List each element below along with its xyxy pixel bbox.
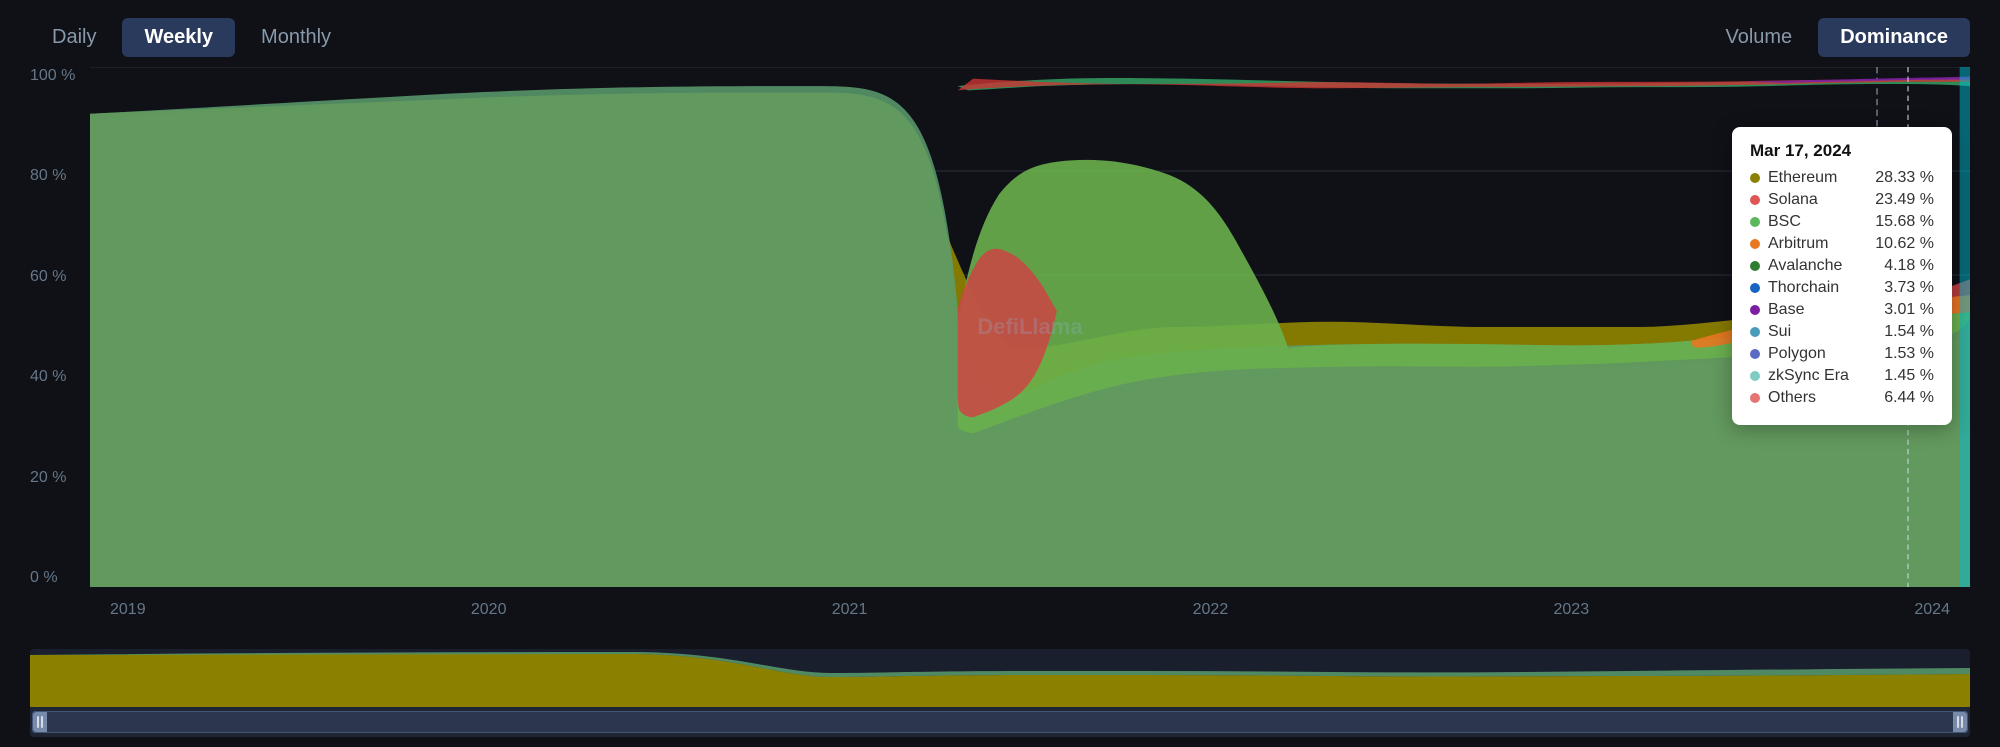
- x-label-2024: 2024: [1914, 601, 1950, 619]
- x-label-2023: 2023: [1554, 601, 1590, 619]
- tooltip-label-others: Others: [1768, 389, 1876, 407]
- scrollbar-handle[interactable]: [32, 711, 1968, 733]
- arbitrum-dot: [1750, 239, 1760, 249]
- tooltip-label-ethereum: Ethereum: [1768, 169, 1867, 187]
- tooltip-row-sui: Sui 1.54 %: [1750, 323, 1934, 341]
- scrollbar-track[interactable]: [30, 707, 1970, 737]
- tooltip-value-zksync: 1.45 %: [1884, 367, 1934, 385]
- tooltip-value-bsc: 15.68 %: [1875, 213, 1934, 231]
- top-bar: Daily Weekly Monthly Volume Dominance: [0, 0, 2000, 67]
- tooltip-value-thorchain: 3.73 %: [1884, 279, 1934, 297]
- tooltip-value-polygon: 1.53 %: [1884, 345, 1934, 363]
- tooltip-row-zksync: zkSync Era 1.45 %: [1750, 367, 1934, 385]
- tooltip-value-others: 6.44 %: [1884, 389, 1934, 407]
- tooltip-label-polygon: Polygon: [1768, 345, 1876, 363]
- tooltip-label-bsc: BSC: [1768, 213, 1867, 231]
- bsc-dot: [1750, 217, 1760, 227]
- tooltip-label-avalanche: Avalanche: [1768, 257, 1876, 275]
- tooltip-label-base: Base: [1768, 301, 1876, 319]
- tooltip-value-solana: 23.49 %: [1875, 191, 1934, 209]
- tooltip-row-solana: Solana 23.49 %: [1750, 191, 1934, 209]
- scrollbar-left-handle[interactable]: [33, 712, 47, 732]
- sui-dot: [1750, 327, 1760, 337]
- tooltip-row-avalanche: Avalanche 4.18 %: [1750, 257, 1934, 275]
- x-label-2022: 2022: [1193, 601, 1229, 619]
- tooltip-label-zksync: zkSync Era: [1768, 367, 1876, 385]
- scrollbar-mini-chart: [30, 649, 1970, 709]
- tooltip-row-polygon: Polygon 1.53 %: [1750, 345, 1934, 363]
- tooltip-row-bsc: BSC 15.68 %: [1750, 213, 1934, 231]
- tooltip-row-ethereum: Ethereum 28.33 %: [1750, 169, 1934, 187]
- y-label-100: 100 %: [30, 67, 90, 85]
- chart-area: 100 % 80 % 60 % 40 % 20 % 0 %: [0, 67, 2000, 627]
- tooltip-value-ethereum: 28.33 %: [1875, 169, 1934, 187]
- tooltip-label-sui: Sui: [1768, 323, 1876, 341]
- avalanche-dot: [1750, 261, 1760, 271]
- monthly-button[interactable]: Monthly: [239, 18, 353, 57]
- grip-line: [1961, 716, 1963, 728]
- thorchain-dot: [1750, 283, 1760, 293]
- area-chart: [90, 67, 1970, 587]
- tooltip-value-base: 3.01 %: [1884, 301, 1934, 319]
- grip-line: [41, 716, 43, 728]
- daily-button[interactable]: Daily: [30, 18, 118, 57]
- solana-dot: [1750, 195, 1760, 205]
- grip-line: [1957, 716, 1959, 728]
- tooltip-value-avalanche: 4.18 %: [1884, 257, 1934, 275]
- x-label-2019: 2019: [110, 601, 146, 619]
- y-label-80: 80 %: [30, 167, 90, 185]
- polygon-dot: [1750, 349, 1760, 359]
- tooltip-row-thorchain: Thorchain 3.73 %: [1750, 279, 1934, 297]
- grip-line: [37, 716, 39, 728]
- y-axis: 100 % 80 % 60 % 40 % 20 % 0 %: [30, 67, 90, 627]
- x-axis: 2019 2020 2021 2022 2023 2024: [90, 592, 1970, 627]
- tooltip-label-thorchain: Thorchain: [1768, 279, 1876, 297]
- tooltip-row-others: Others 6.44 %: [1750, 389, 1934, 407]
- others-dot: [1750, 393, 1760, 403]
- scrollbar-right-handle[interactable]: [1953, 712, 1967, 732]
- chart-svg-container: DefiLlama: [90, 67, 1970, 587]
- tooltip-label-solana: Solana: [1768, 191, 1867, 209]
- volume-button[interactable]: Volume: [1703, 18, 1814, 57]
- tooltip-value-sui: 1.54 %: [1884, 323, 1934, 341]
- tooltip-label-arbitrum: Arbitrum: [1768, 235, 1867, 253]
- metric-button-group: Volume Dominance: [1703, 18, 1970, 57]
- scrollbar-handle-container[interactable]: [32, 711, 1968, 733]
- y-label-20: 20 %: [30, 469, 90, 487]
- tooltip-value-arbitrum: 10.62 %: [1875, 235, 1934, 253]
- y-label-40: 40 %: [30, 368, 90, 386]
- scrollbar-area: [30, 649, 1970, 737]
- zksync-dot: [1750, 371, 1760, 381]
- weekly-button[interactable]: Weekly: [122, 18, 235, 57]
- tooltip: Mar 17, 2024 Ethereum 28.33 % Solana 23.…: [1732, 127, 1952, 425]
- y-label-0: 0 %: [30, 569, 90, 587]
- tooltip-row-arbitrum: Arbitrum 10.62 %: [1750, 235, 1934, 253]
- dominance-button[interactable]: Dominance: [1818, 18, 1970, 57]
- base-dot: [1750, 305, 1760, 315]
- period-button-group: Daily Weekly Monthly: [30, 18, 353, 57]
- tooltip-date: Mar 17, 2024: [1750, 141, 1934, 161]
- x-label-2021: 2021: [832, 601, 868, 619]
- x-label-2020: 2020: [471, 601, 507, 619]
- ethereum-dot: [1750, 173, 1760, 183]
- tooltip-row-base: Base 3.01 %: [1750, 301, 1934, 319]
- y-label-60: 60 %: [30, 268, 90, 286]
